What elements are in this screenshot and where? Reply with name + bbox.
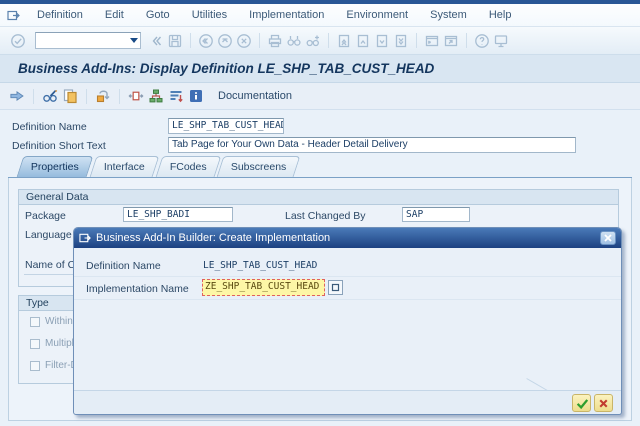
first-page-icon[interactable]	[336, 33, 352, 49]
application-toolbar: Documentation	[0, 83, 640, 110]
name-of-class-label: Name of C	[25, 259, 76, 271]
dialog-window-icon	[79, 232, 91, 244]
menu-definition[interactable]: Definition	[26, 7, 94, 23]
menu-help[interactable]: Help	[478, 7, 523, 23]
menu-goto[interactable]: Goto	[135, 7, 181, 23]
sort-icon[interactable]	[168, 88, 184, 104]
definition-name-field[interactable]: LE_SHP_TAB_CUST_HEAD	[168, 118, 284, 134]
documentation-button[interactable]: Documentation	[214, 88, 296, 104]
dialog-title: Business Add-In Builder: Create Implemen…	[96, 232, 331, 244]
customize-layout-icon[interactable]	[493, 33, 509, 49]
dialog-body: Definition Name LE_SHP_TAB_CUST_HEAD Imp…	[74, 248, 621, 390]
definition-name-label: Definition Name	[12, 121, 87, 133]
language-label: Language	[25, 229, 72, 241]
title-bar: Business Add-Ins: Display Definition LE_…	[0, 55, 640, 83]
multiple-use-checkbox-label: Multipl	[45, 338, 74, 349]
multiple-use-checkbox[interactable]	[30, 338, 40, 349]
menu-system[interactable]: System	[419, 7, 478, 23]
command-input[interactable]	[37, 34, 125, 47]
confirm-button[interactable]	[572, 394, 591, 412]
sap-gui-window: Definition Edit Goto Utilities Implement…	[0, 0, 640, 426]
print-icon[interactable]	[267, 33, 283, 49]
last-page-icon[interactable]	[393, 33, 409, 49]
command-field[interactable]	[35, 32, 141, 49]
find-next-icon[interactable]	[305, 33, 321, 49]
checkbox-row-within: Within	[30, 316, 73, 327]
last-changed-by-field[interactable]: SAP	[402, 207, 470, 222]
tab-divider	[8, 177, 632, 178]
find-icon[interactable]	[286, 33, 302, 49]
menu-edit[interactable]: Edit	[94, 7, 135, 23]
next-page-icon[interactable]	[374, 33, 390, 49]
page-title: Business Add-Ins: Display Definition LE_…	[18, 61, 435, 76]
package-label: Package	[25, 210, 66, 222]
session-icon[interactable]	[7, 9, 20, 22]
enter-icon[interactable]	[10, 33, 26, 49]
new-session-icon[interactable]	[424, 33, 440, 49]
continue-arrow-icon[interactable]	[9, 88, 25, 104]
exit-up-icon[interactable]	[217, 33, 233, 49]
implementation-name-input[interactable]: ZE_SHP_TAB_CUST_HEAD	[202, 279, 325, 296]
within-checkbox-label: Within	[45, 316, 73, 327]
name-of-class-field-edge	[24, 274, 74, 275]
display-change-icon[interactable]	[42, 88, 58, 104]
help-icon[interactable]	[474, 33, 490, 49]
dialog-close-button[interactable]	[600, 231, 616, 245]
tab-interface[interactable]: Interface	[89, 156, 160, 177]
dialog-definition-name-value: LE_SHP_TAB_CUST_HEAD	[203, 260, 318, 271]
tab-subscreens[interactable]: Subscreens	[217, 156, 302, 177]
menu-implementation[interactable]: Implementation	[238, 7, 335, 23]
command-dropdown-icon[interactable]	[130, 38, 138, 43]
dialog-title-bar[interactable]: Business Add-In Builder: Create Implemen…	[74, 228, 621, 248]
definition-short-text-label: Definition Short Text	[12, 140, 106, 152]
tab-fcodes[interactable]: FCodes	[155, 156, 221, 177]
menu-utilities[interactable]: Utilities	[181, 7, 238, 23]
last-changed-by-label: Last Changed By	[285, 210, 366, 222]
value-help-button[interactable]	[328, 280, 343, 295]
package-field[interactable]: LE_SHP_BADI	[123, 207, 233, 222]
save-icon[interactable]	[167, 33, 183, 49]
menu-bar: Definition Edit Goto Utilities Implement…	[0, 4, 640, 27]
create-implementation-dialog: Business Add-In Builder: Create Implemen…	[73, 227, 622, 415]
dialog-definition-name-label: Definition Name	[86, 260, 161, 272]
where-used-icon[interactable]	[95, 88, 111, 104]
back-icon[interactable]	[198, 33, 214, 49]
previous-page-icon[interactable]	[355, 33, 371, 49]
dialog-footer	[74, 378, 621, 414]
dialog-implementation-name-row: Implementation Name ZE_SHP_TAB_CUST_HEAD	[74, 277, 621, 300]
collapse-toolbar-icon[interactable]	[148, 33, 164, 49]
general-data-header: General Data	[19, 190, 618, 205]
cancel-icon[interactable]	[236, 33, 252, 49]
hierarchy-icon[interactable]	[148, 88, 164, 104]
dialog-implementation-name-label: Implementation Name	[86, 283, 189, 295]
dialog-definition-name-row: Definition Name LE_SHP_TAB_CUST_HEAD	[74, 256, 621, 277]
checkbox-row-multiple: Multipl	[30, 338, 74, 349]
definition-short-text-field[interactable]: Tab Page for Your Own Data - Header Deta…	[168, 137, 576, 153]
within-checkbox[interactable]	[30, 316, 40, 327]
cancel-button[interactable]	[594, 394, 613, 412]
menu-environment[interactable]: Environment	[335, 7, 419, 23]
create-shortcut-icon[interactable]	[443, 33, 459, 49]
goto-implementation-icon[interactable]	[128, 88, 144, 104]
info-icon[interactable]	[188, 88, 204, 104]
filter-dependent-checkbox[interactable]	[30, 360, 40, 371]
tab-strip: Properties Interface FCodes Subscreens	[16, 156, 302, 177]
standard-toolbar	[0, 27, 640, 55]
copy-icon[interactable]	[62, 88, 78, 104]
tab-properties[interactable]: Properties	[16, 156, 94, 177]
